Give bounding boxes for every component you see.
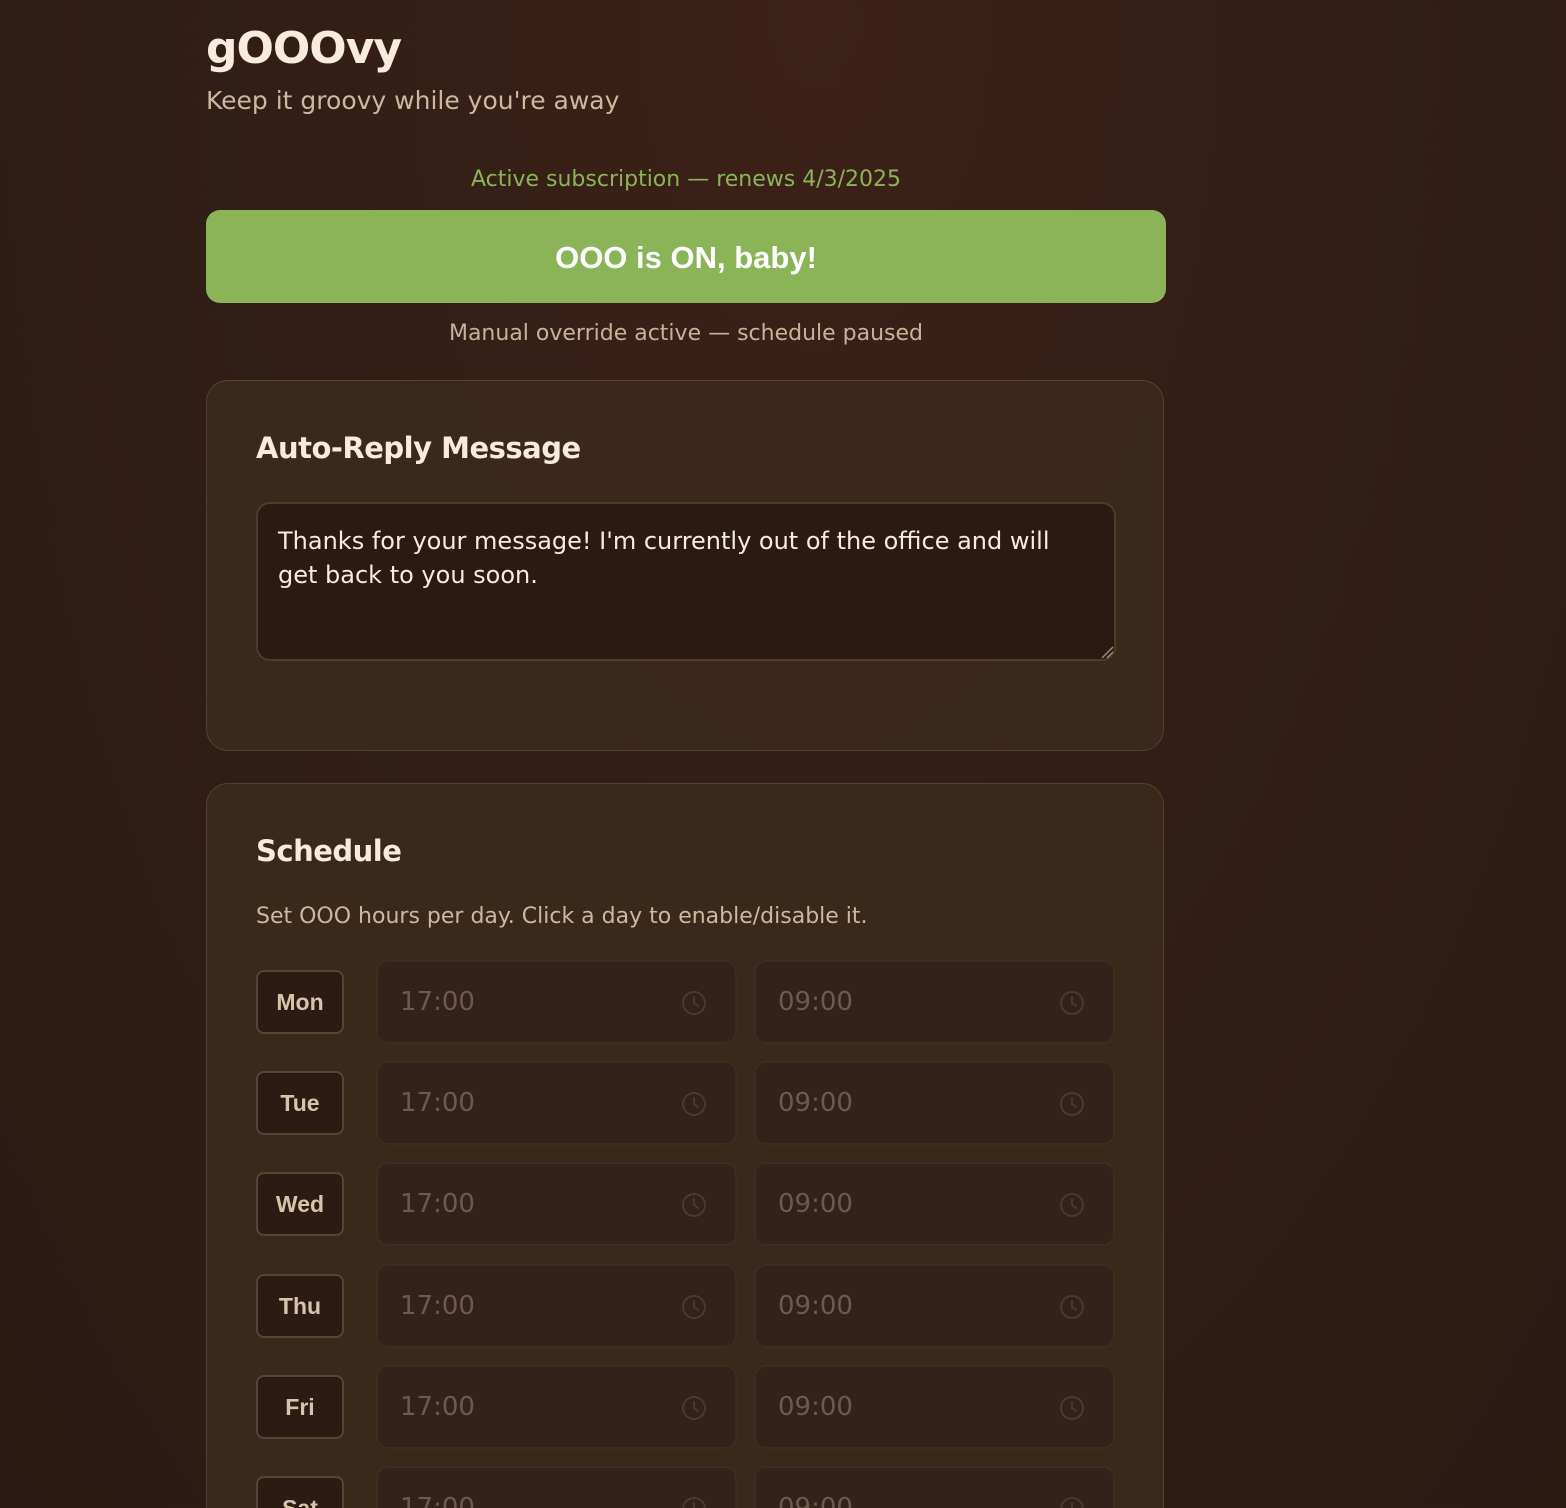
end-time-value: 09:00 bbox=[778, 1392, 853, 1422]
day-toggle-thu[interactable]: Thu bbox=[256, 1274, 344, 1338]
end-time-value: 09:00 bbox=[778, 987, 853, 1017]
start-time-input[interactable]: 17:00 bbox=[376, 1162, 737, 1246]
clock-icon[interactable] bbox=[1059, 1395, 1085, 1421]
start-time-input[interactable]: 17:00 bbox=[376, 1061, 737, 1145]
auto-reply-card: Auto-Reply Message Thanks for your messa… bbox=[206, 380, 1164, 751]
clock-icon[interactable] bbox=[1059, 1496, 1085, 1508]
end-time-input[interactable]: 09:00 bbox=[754, 1466, 1115, 1508]
day-toggle-sat[interactable]: Sat bbox=[256, 1476, 344, 1508]
clock-icon[interactable] bbox=[681, 1294, 707, 1320]
start-time-value: 17:00 bbox=[400, 1493, 475, 1508]
schedule-hint: Set OOO hours per day. Click a day to en… bbox=[256, 904, 868, 929]
end-time-value: 09:00 bbox=[778, 1291, 853, 1321]
ooo-toggle-button[interactable]: OOO is ON, baby! bbox=[206, 210, 1166, 303]
day-toggle-tue[interactable]: Tue bbox=[256, 1071, 344, 1135]
start-time-input[interactable]: 17:00 bbox=[376, 960, 737, 1044]
day-toggle-mon[interactable]: Mon bbox=[256, 970, 344, 1034]
resize-grip-icon[interactable] bbox=[1100, 645, 1114, 659]
end-time-input[interactable]: 09:00 bbox=[754, 960, 1115, 1044]
end-time-value: 09:00 bbox=[778, 1493, 853, 1508]
start-time-value: 17:00 bbox=[400, 1088, 475, 1118]
start-time-value: 17:00 bbox=[400, 1189, 475, 1219]
brand-logo: gOOOvy bbox=[206, 23, 402, 74]
clock-icon[interactable] bbox=[1059, 1192, 1085, 1218]
schedule-row-sat: Sat 17:00 09:00 bbox=[256, 1466, 1116, 1508]
start-time-value: 17:00 bbox=[400, 1291, 475, 1321]
schedule-row-tue: Tue 17:00 09:00 bbox=[256, 1061, 1116, 1145]
end-time-input[interactable]: 09:00 bbox=[754, 1264, 1115, 1348]
clock-icon[interactable] bbox=[1059, 1091, 1085, 1117]
day-toggle-wed[interactable]: Wed bbox=[256, 1172, 344, 1236]
auto-reply-message-input[interactable]: Thanks for your message! I'm currently o… bbox=[256, 502, 1116, 661]
start-time-input[interactable]: 17:00 bbox=[376, 1365, 737, 1449]
override-note: Manual override active — schedule paused bbox=[448, 321, 924, 346]
clock-icon[interactable] bbox=[681, 1496, 707, 1508]
end-time-value: 09:00 bbox=[778, 1189, 853, 1219]
start-time-value: 17:00 bbox=[400, 987, 475, 1017]
start-time-input[interactable]: 17:00 bbox=[376, 1466, 737, 1508]
schedule-card: Schedule Set OOO hours per day. Click a … bbox=[206, 783, 1164, 1508]
clock-icon[interactable] bbox=[681, 1395, 707, 1421]
end-time-value: 09:00 bbox=[778, 1088, 853, 1118]
day-toggle-fri[interactable]: Fri bbox=[256, 1375, 344, 1439]
clock-icon[interactable] bbox=[1059, 1294, 1085, 1320]
start-time-value: 17:00 bbox=[400, 1392, 475, 1422]
schedule-row-thu: Thu 17:00 09:00 bbox=[256, 1264, 1116, 1348]
subscription-status: Active subscription — renews 4/3/2025 bbox=[470, 167, 902, 192]
auto-reply-title: Auto-Reply Message bbox=[256, 431, 581, 465]
schedule-row-mon: Mon 17:00 09:00 bbox=[256, 960, 1116, 1044]
schedule-title: Schedule bbox=[256, 834, 402, 868]
clock-icon[interactable] bbox=[1059, 990, 1085, 1016]
schedule-row-fri: Fri 17:00 09:00 bbox=[256, 1365, 1116, 1449]
clock-icon[interactable] bbox=[681, 1192, 707, 1218]
clock-icon[interactable] bbox=[681, 990, 707, 1016]
tagline: Keep it groovy while you're away bbox=[206, 86, 620, 115]
end-time-input[interactable]: 09:00 bbox=[754, 1365, 1115, 1449]
schedule-row-wed: Wed 17:00 09:00 bbox=[256, 1162, 1116, 1246]
clock-icon[interactable] bbox=[681, 1091, 707, 1117]
start-time-input[interactable]: 17:00 bbox=[376, 1264, 737, 1348]
end-time-input[interactable]: 09:00 bbox=[754, 1162, 1115, 1246]
end-time-input[interactable]: 09:00 bbox=[754, 1061, 1115, 1145]
